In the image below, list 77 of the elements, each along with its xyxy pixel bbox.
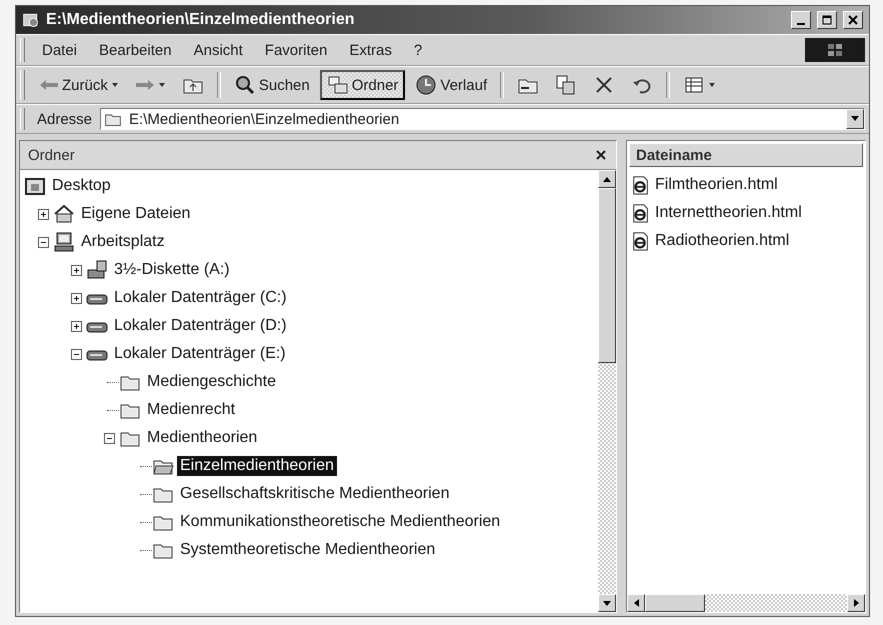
back-arrow-icon	[39, 78, 59, 92]
tree-item[interactable]: Eigene Dateien	[78, 204, 194, 224]
file-name[interactable]: Internettheorien.html	[655, 204, 802, 222]
forward-arrow-icon	[134, 78, 155, 92]
menu-item[interactable]: Ansicht	[184, 38, 252, 62]
address-field[interactable]: E:\Medientheorien\Einzelmedientheorien	[100, 108, 865, 130]
expand-icon[interactable]	[38, 208, 48, 220]
caret-icon	[110, 81, 119, 89]
caret-icon	[158, 81, 166, 89]
horizontal-scrollbar[interactable]	[627, 594, 865, 612]
maximize-button[interactable]	[817, 11, 837, 29]
scroll-left-button[interactable]	[627, 594, 645, 612]
tree-item[interactable]: Mediengeschichte	[144, 372, 279, 392]
scroll-right-button[interactable]	[847, 594, 865, 612]
minimize-button[interactable]	[791, 11, 811, 29]
web-document-icon	[631, 174, 651, 196]
menu-item[interactable]: Extras	[340, 38, 401, 62]
menu-item[interactable]: ?	[404, 38, 432, 62]
tree-item[interactable]: Kommunikationstheoretische Medientheorien	[177, 512, 504, 532]
scroll-thumb[interactable]	[645, 594, 705, 612]
tree-item[interactable]: Medientheorien	[144, 428, 260, 448]
close-icon	[596, 150, 606, 160]
menu-item[interactable]: Bearbeiten	[90, 38, 181, 62]
copy-icon	[555, 74, 578, 96]
web-document-icon	[631, 230, 651, 252]
menu-item[interactable]: Datei	[33, 38, 86, 62]
column-header[interactable]: Dateiname	[629, 143, 863, 167]
tree-item[interactable]: Medienrecht	[144, 400, 238, 420]
house-icon	[53, 203, 75, 225]
close-icon	[848, 15, 858, 25]
scroll-thumb[interactable]	[598, 188, 616, 363]
caret-icon	[851, 116, 859, 122]
close-pane-button[interactable]	[594, 148, 608, 162]
caret-icon	[708, 81, 716, 89]
collapse-icon[interactable]	[70, 348, 82, 360]
computer-icon	[53, 231, 75, 253]
expand-icon[interactable]	[70, 292, 82, 304]
collapse-icon[interactable]	[38, 236, 48, 248]
folders-button[interactable]: Ordner	[320, 70, 406, 100]
desktop-icon	[24, 175, 46, 197]
collapse-icon[interactable]	[104, 432, 114, 444]
floppy-drive-icon	[86, 259, 108, 281]
dropdown-button[interactable]	[846, 109, 864, 129]
file-name[interactable]: Radiotheorien.html	[655, 232, 790, 250]
file-name[interactable]: Filmtheorien.html	[655, 176, 778, 194]
history-button[interactable]: Verlauf	[409, 70, 494, 100]
menu-item[interactable]: Favoriten	[256, 38, 336, 62]
tree-item[interactable]: Gesellschaftskritische Medientheorien	[177, 484, 452, 504]
vertical-scrollbar[interactable]	[598, 170, 616, 612]
tree-item[interactable]: Lokaler Datenträger (D:)	[111, 316, 290, 336]
web-document-icon	[631, 202, 651, 224]
expand-icon[interactable]	[70, 264, 82, 276]
tree-item[interactable]: 3½-Diskette (A:)	[111, 260, 233, 280]
up-arrow-icon	[603, 176, 611, 182]
minimize-icon	[797, 22, 805, 24]
tree-item[interactable]: Einzelmedientheorien	[177, 456, 337, 476]
folders-icon	[326, 74, 349, 96]
address-label: Adresse	[36, 110, 94, 128]
expand-icon[interactable]	[70, 320, 82, 332]
scroll-down-button[interactable]	[598, 594, 616, 612]
tree-item[interactable]: Systemtheoretische Medientheorien	[177, 540, 438, 560]
scroll-up-button[interactable]	[598, 170, 616, 188]
down-arrow-icon	[603, 600, 611, 606]
maximize-icon	[822, 15, 832, 25]
search-button[interactable]: Suchen	[228, 70, 316, 100]
pane-title: Ordner	[28, 146, 75, 164]
window-title: E:\Medientheorien\Einzelmedientheorien	[46, 11, 356, 29]
tree-item[interactable]: Arbeitsplatz	[78, 232, 168, 252]
right-arrow-icon	[854, 599, 858, 607]
tree-item[interactable]: Desktop	[49, 176, 114, 196]
tree-item[interactable]: Lokaler Datenträger (E:)	[111, 344, 289, 364]
left-arrow-icon	[634, 599, 638, 607]
back-button[interactable]: Zurück	[33, 70, 125, 100]
close-button[interactable]	[843, 11, 863, 29]
tree-item[interactable]: Lokaler Datenträger (C:)	[111, 288, 290, 308]
explorer-icon	[22, 11, 40, 29]
flag-icon	[828, 44, 842, 56]
